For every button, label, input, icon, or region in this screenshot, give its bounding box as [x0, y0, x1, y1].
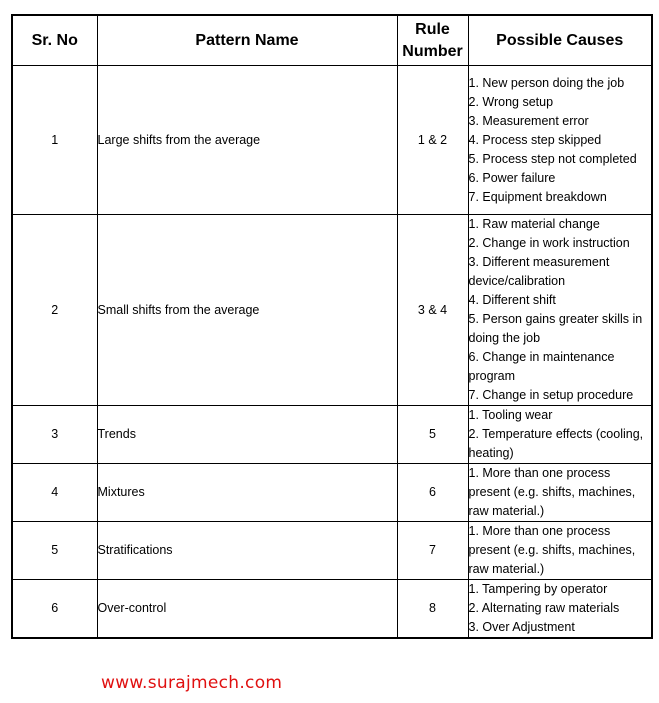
sr-no-cell: 4 — [11, 463, 98, 522]
possible-causes-cell: 1. More than one process present (e.g. s… — [467, 521, 653, 580]
cause-item: 5. Person gains greater skills in doing … — [468, 312, 643, 345]
header-rule-line2: Number — [402, 42, 463, 60]
control-chart-patterns-table: Sr. No Pattern Name Rule Number Possible… — [11, 14, 653, 639]
cause-item: 6. Change in maintenance program — [468, 350, 615, 383]
cause-item: 1. Raw material change — [468, 217, 600, 231]
cause-item: 3. Different measurement device/calibrat… — [468, 255, 610, 288]
cause-item: 1. Tampering by operator — [468, 582, 608, 596]
cause-item: 2. Alternating raw materials — [468, 601, 620, 615]
cause-item: 7. Change in setup procedure — [468, 388, 634, 402]
website-footer: www.surajmech.com — [101, 673, 283, 693]
cause-item: 1. More than one process present (e.g. s… — [468, 524, 636, 576]
cause-item: 5. Process step not completed — [468, 151, 637, 166]
table-row: 1 Large shifts from the average 1 & 2 1. Ne… — [11, 65, 653, 215]
header-sr-no: Sr. No — [11, 14, 98, 66]
possible-causes-cell: 1. Raw material change 2. Change in work … — [467, 214, 653, 406]
sr-no-cell: 3 — [11, 405, 98, 464]
table-row: 6 Over-control 8 1. Tampering by operator 2.… — [11, 579, 653, 639]
pattern-name-cell: Trends — [96, 405, 398, 464]
cause-item: 1. Tooling wear — [468, 408, 553, 422]
cause-item: 2. Wrong setup — [468, 94, 554, 109]
header-rule-line1: Rule — [415, 20, 450, 38]
possible-causes-cell: 1. Tooling wear 2. Temperature effects (c… — [467, 405, 653, 464]
pattern-name-cell: Small shifts from the average — [96, 214, 398, 406]
table-row: 5 Stratifications 7 1. More than one proces… — [11, 521, 653, 580]
possible-causes-cell: 1. Tampering by operator 2. Alternating r… — [467, 579, 653, 639]
cause-item: 4. Different shift — [468, 293, 556, 307]
cause-item: 1. More than one process present (e.g. s… — [468, 466, 636, 518]
pattern-name-cell: Over-control — [96, 579, 398, 639]
cause-item: 1. New person doing the job — [468, 75, 625, 90]
rule-number-cell: 1 & 2 — [396, 65, 469, 215]
cause-item: 2. Change in work instruction — [468, 236, 630, 250]
table-row: 2 Small shifts from the average 3 & 4 1. Ra… — [11, 214, 653, 406]
header-possible-causes: Possible Causes — [467, 14, 653, 66]
table-row: 4 Mixtures 6 1. More than one process prese… — [11, 463, 653, 522]
header-row: Sr. No Pattern Name Rule Number Possible… — [11, 14, 653, 66]
cause-item: 3. Measurement error — [468, 113, 589, 128]
sr-no-cell: 6 — [11, 579, 98, 639]
cause-item: 2. Temperature effects (cooling, heating… — [468, 427, 644, 460]
sr-no-cell: 1 — [11, 65, 98, 215]
header-pattern-name: Pattern Name — [96, 14, 398, 66]
cause-item: 7. Equipment breakdown — [468, 189, 607, 204]
possible-causes-cell: 1. More than one process present (e.g. s… — [467, 463, 653, 522]
rule-number-cell: 7 — [396, 521, 469, 580]
rule-number-cell: 8 — [396, 579, 469, 639]
pattern-name-cell: Large shifts from the average — [96, 65, 398, 215]
cause-item: 4. Process step skipped — [468, 132, 602, 147]
rule-number-cell: 3 & 4 — [396, 214, 469, 406]
rule-number-cell: 6 — [396, 463, 469, 522]
cause-item: 6. Power failure — [468, 170, 556, 185]
rule-number-cell: 5 — [396, 405, 469, 464]
pattern-name-cell: Stratifications — [96, 521, 398, 580]
pattern-name-cell: Mixtures — [96, 463, 398, 522]
cause-item: 3. Over Adjustment — [468, 620, 575, 634]
sr-no-cell: 2 — [11, 214, 98, 406]
table-row: 3 Trends 5 1. Tooling wear 2. Temperature ef… — [11, 405, 653, 464]
possible-causes-cell: 1. New person doing the job 2. Wrong setu… — [467, 65, 653, 215]
header-rule-number: Rule Number — [396, 14, 469, 66]
sr-no-cell: 5 — [11, 521, 98, 580]
